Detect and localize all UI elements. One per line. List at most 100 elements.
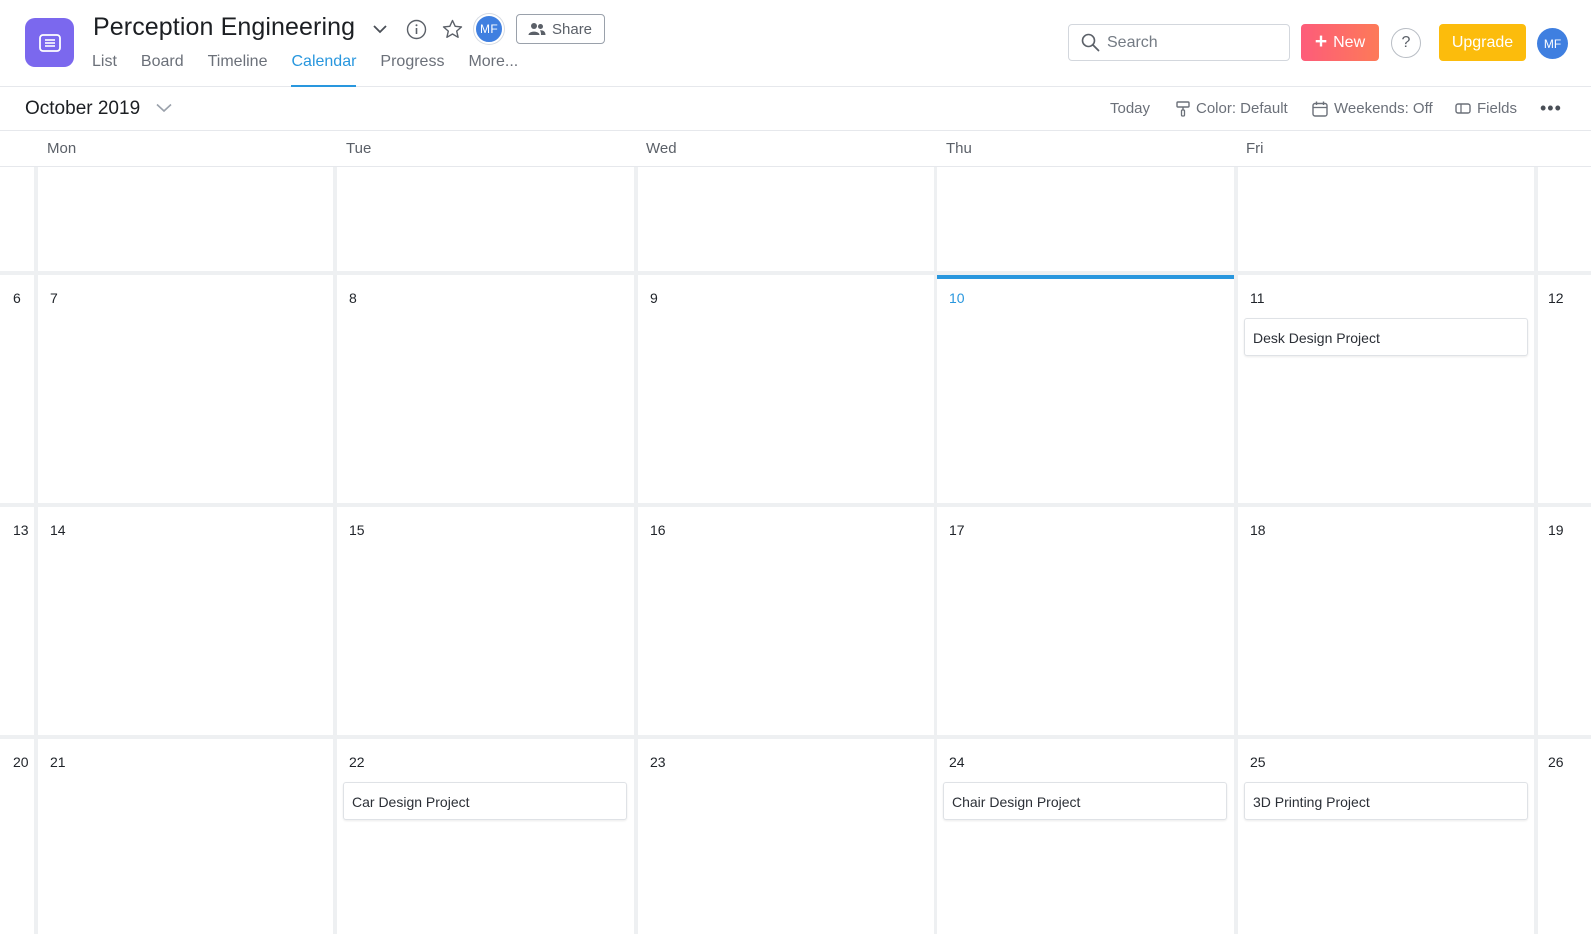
- task-card[interactable]: Chair Design Project: [943, 782, 1227, 820]
- fields-icon: [1455, 103, 1471, 114]
- task-card[interactable]: 3D Printing Project: [1244, 782, 1528, 820]
- calendar-icon: [1312, 101, 1328, 117]
- day-number: 7: [50, 290, 58, 306]
- calendar-toolbar: October 2019 Today Color: Default Weeken…: [0, 88, 1591, 131]
- weekday-thu: Thu: [946, 140, 972, 157]
- day-number: 9: [650, 290, 658, 306]
- calendar-day-cell[interactable]: 11 Desk Design Project: [1238, 275, 1534, 503]
- search-input[interactable]: Search: [1068, 24, 1290, 61]
- calendar-day-cell[interactable]: 9: [638, 275, 934, 503]
- search-icon: [1081, 33, 1100, 52]
- calendar-day-cell[interactable]: 18: [1238, 507, 1534, 735]
- calendar-day-cell[interactable]: 23: [638, 739, 934, 934]
- day-number: 26: [1548, 754, 1564, 770]
- help-button[interactable]: ?: [1391, 28, 1421, 58]
- calendar-day-cell[interactable]: [337, 167, 634, 271]
- calendar-day-cell[interactable]: 10: [937, 275, 1234, 503]
- day-number: 16: [650, 522, 666, 538]
- chevron-down-icon[interactable]: [366, 15, 394, 43]
- weekday-tue: Tue: [346, 140, 372, 157]
- more-options-icon[interactable]: •••: [1540, 98, 1562, 119]
- day-number: 20: [13, 754, 29, 770]
- day-number: 15: [349, 522, 365, 538]
- calendar-day-cell[interactable]: 24 Chair Design Project: [937, 739, 1234, 934]
- calendar-day-cell[interactable]: 7: [38, 275, 333, 503]
- calendar-day-cell[interactable]: 17: [937, 507, 1234, 735]
- month-label[interactable]: October 2019: [25, 98, 140, 120]
- task-card[interactable]: Desk Design Project: [1244, 318, 1528, 356]
- day-number: 23: [650, 754, 666, 770]
- star-icon[interactable]: [438, 15, 466, 43]
- paint-roller-icon: [1176, 100, 1190, 117]
- view-tabs: List Board Timeline Calendar Progress Mo…: [92, 52, 542, 87]
- day-number: 10: [949, 290, 965, 306]
- day-number: 14: [50, 522, 66, 538]
- new-label: New: [1333, 33, 1366, 51]
- color-button[interactable]: Color: Default: [1176, 100, 1288, 117]
- tab-progress[interactable]: Progress: [380, 52, 444, 87]
- tab-timeline[interactable]: Timeline: [208, 52, 268, 87]
- calendar-day-cell[interactable]: 14: [38, 507, 333, 735]
- plus-icon: +: [1314, 30, 1328, 53]
- title-actions: MF Share: [366, 14, 606, 44]
- calendar-cell-edge: 13: [0, 507, 34, 735]
- top-header: Perception Engineering MF Share List Boa…: [0, 0, 1591, 87]
- info-icon[interactable]: [402, 15, 430, 43]
- upgrade-button[interactable]: Upgrade: [1439, 24, 1526, 61]
- calendar-cell-edge: 12: [1538, 275, 1591, 503]
- chevron-down-icon[interactable]: [156, 100, 172, 118]
- calendar-cell-edge: [1538, 167, 1591, 271]
- share-label: Share: [552, 20, 593, 38]
- color-label: Color: Default: [1196, 100, 1288, 117]
- day-number: 22: [349, 754, 365, 770]
- user-avatar[interactable]: MF: [1537, 28, 1568, 59]
- weekends-button[interactable]: Weekends: Off: [1312, 100, 1433, 117]
- calendar-grid: 6 12 7 8 9 10 11 Desk Design Project 13 19 14 15 16 1…: [0, 167, 1591, 934]
- weekday-mon: Mon: [47, 140, 77, 157]
- member-avatar[interactable]: MF: [474, 14, 504, 44]
- search-placeholder: Search: [1107, 33, 1158, 51]
- day-number: 18: [1250, 522, 1266, 538]
- tab-board[interactable]: Board: [141, 52, 184, 87]
- fields-label: Fields: [1477, 100, 1518, 117]
- today-indicator: [937, 275, 1234, 279]
- weekends-label: Weekends: Off: [1334, 100, 1433, 117]
- today-button[interactable]: Today: [1110, 100, 1150, 117]
- day-number: 13: [13, 522, 29, 538]
- calendar-day-cell[interactable]: 25 3D Printing Project: [1238, 739, 1534, 934]
- new-button[interactable]: + New: [1301, 24, 1379, 61]
- calendar-cell-edge: 19: [1538, 507, 1591, 735]
- tab-list[interactable]: List: [92, 52, 117, 87]
- calendar-cell-edge: 26: [1538, 739, 1591, 934]
- day-number: 11: [1250, 290, 1265, 306]
- calendar-cell-edge: 6: [0, 275, 34, 503]
- calendar-day-cell[interactable]: 16: [638, 507, 934, 735]
- project-list-icon[interactable]: [25, 18, 74, 67]
- calendar-day-cell[interactable]: 21: [38, 739, 333, 934]
- calendar-day-cell[interactable]: [38, 167, 333, 271]
- day-number: 25: [1250, 754, 1266, 770]
- day-number: 8: [349, 290, 357, 306]
- day-number: 17: [949, 522, 965, 538]
- calendar-day-cell[interactable]: 8: [337, 275, 634, 503]
- calendar-day-cell[interactable]: [638, 167, 934, 271]
- project-title[interactable]: Perception Engineering: [93, 13, 355, 42]
- weekday-fri: Fri: [1246, 140, 1264, 157]
- fields-button[interactable]: Fields: [1455, 100, 1517, 117]
- day-number: 19: [1548, 522, 1564, 538]
- today-label: Today: [1110, 100, 1151, 117]
- calendar-day-cell[interactable]: [937, 167, 1234, 271]
- share-button[interactable]: Share: [516, 14, 606, 44]
- calendar-day-cell[interactable]: [1238, 167, 1534, 271]
- calendar-cell-edge: [0, 167, 34, 271]
- day-number: 12: [1548, 290, 1564, 306]
- day-number: 6: [13, 290, 21, 306]
- tab-more[interactable]: More...: [468, 52, 518, 87]
- weekday-wed: Wed: [646, 140, 677, 157]
- weekday-header: Mon Tue Wed Thu Fri: [0, 131, 1591, 167]
- tab-calendar[interactable]: Calendar: [291, 52, 356, 87]
- day-number: 21: [50, 754, 66, 770]
- calendar-day-cell[interactable]: 22 Car Design Project: [337, 739, 634, 934]
- task-card[interactable]: Car Design Project: [343, 782, 627, 820]
- calendar-day-cell[interactable]: 15: [337, 507, 634, 735]
